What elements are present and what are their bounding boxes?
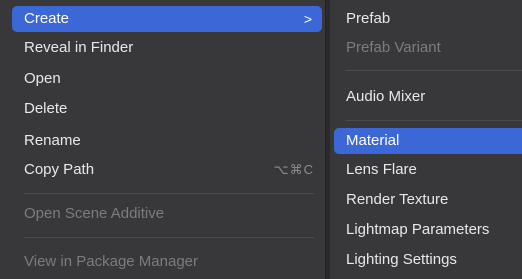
menu-item-create-label: Create — [24, 10, 70, 27]
menu-item-copy-path-label: Copy Path — [24, 161, 95, 178]
menu-item-reveal-in-finder[interactable]: Reveal in Finder — [12, 35, 322, 61]
submenu-item-prefab-variant: Prefab Variant — [334, 35, 522, 61]
menu-separator — [346, 70, 522, 71]
context-menu-stage: Create > Reveal in Finder Open Delete Re… — [0, 0, 522, 279]
submenu-item-render-texture[interactable]: Render Texture — [334, 187, 522, 213]
menu-item-copy-path[interactable]: Copy Path ⌥⌘C — [12, 157, 322, 183]
submenu-item-material[interactable]: Material — [334, 128, 522, 154]
menu-item-open-scene-additive-label: Open Scene Additive — [24, 205, 165, 222]
context-menu: Create > Reveal in Finder Open Delete Re… — [0, 0, 326, 279]
menu-item-open-scene-additive: Open Scene Additive — [12, 201, 322, 227]
submenu-item-prefab[interactable]: Prefab — [334, 6, 522, 32]
menu-separator — [346, 120, 522, 121]
menu-item-create[interactable]: Create > — [12, 6, 322, 32]
menu-item-reveal-in-finder-label: Reveal in Finder — [24, 39, 134, 56]
menu-item-delete[interactable]: Delete — [12, 96, 322, 122]
menu-item-delete-label: Delete — [24, 100, 68, 117]
submenu-item-lens-flare-label: Lens Flare — [346, 161, 417, 178]
submenu-item-lighting-settings-label: Lighting Settings — [346, 251, 457, 268]
menu-item-open[interactable]: Open — [12, 66, 322, 92]
submenu-item-prefab-variant-label: Prefab Variant — [346, 39, 441, 56]
submenu-item-render-texture-label: Render Texture — [346, 191, 449, 208]
chevron-right-icon: > — [303, 11, 312, 27]
menu-item-view-in-package-manager: View in Package Manager — [12, 249, 322, 275]
copy-path-shortcut: ⌥⌘C — [273, 162, 314, 177]
submenu-item-audio-mixer-label: Audio Mixer — [346, 88, 426, 105]
menu-item-rename[interactable]: Rename — [12, 128, 322, 154]
menu-item-open-label: Open — [24, 70, 61, 87]
create-submenu: Prefab Prefab Variant Audio Mixer Materi… — [330, 0, 522, 279]
submenu-item-lightmap-parameters-label: Lightmap Parameters — [346, 221, 490, 238]
menu-item-view-in-package-manager-label: View in Package Manager — [24, 253, 198, 270]
submenu-item-material-label: Material — [346, 132, 400, 149]
submenu-item-audio-mixer[interactable]: Audio Mixer — [334, 84, 522, 110]
menu-item-rename-label: Rename — [24, 132, 81, 149]
submenu-item-lens-flare[interactable]: Lens Flare — [334, 157, 522, 183]
submenu-item-lightmap-parameters[interactable]: Lightmap Parameters — [334, 217, 522, 243]
menu-separator — [24, 193, 314, 194]
submenu-item-lighting-settings[interactable]: Lighting Settings — [334, 247, 522, 273]
submenu-item-prefab-label: Prefab — [346, 10, 391, 27]
menu-separator — [24, 237, 314, 238]
